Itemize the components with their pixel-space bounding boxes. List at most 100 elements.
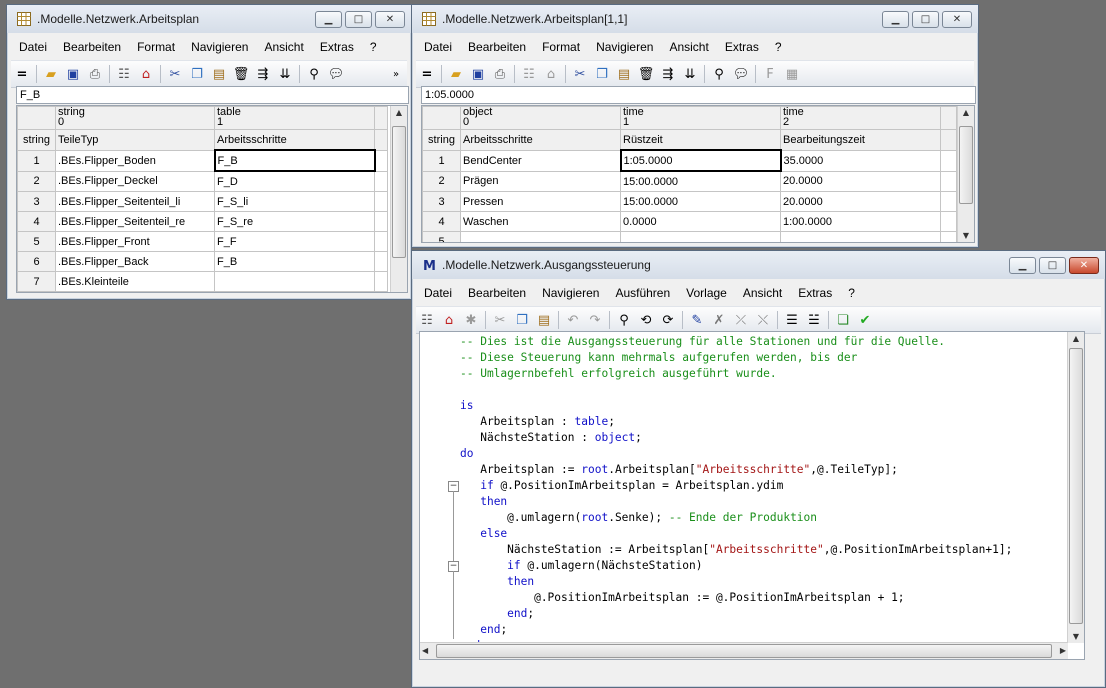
table-row[interactable]: 3 Pressen 15:00.0000 20.0000	[422, 191, 957, 212]
code-line[interactable]: if @.umlagern(NächsteStation)	[460, 558, 702, 574]
breakpoint-remove-icon[interactable]: ✗	[710, 311, 728, 329]
title-bar[interactable]: M .Modelle.Netzwerk.Ausgangssteuerung ▁ …	[412, 251, 1105, 279]
scroll-up-icon[interactable]: ▲	[1068, 334, 1084, 343]
table-row[interactable]: 7 .BEs.Kleinteile	[17, 271, 388, 292]
table-row[interactable]: 1 .BEs.Flipper_Boden F_B	[17, 149, 388, 172]
table-cell[interactable]: F_D	[214, 170, 375, 192]
code-line[interactable]: -- Dies ist die Ausgangssteuerung für al…	[460, 334, 945, 350]
column-header[interactable]: table 1	[214, 106, 375, 130]
selected-cell[interactable]: 1:05.0000	[619, 149, 782, 172]
table-row[interactable]: 4 Waschen 0.0000 1:00.0000	[422, 211, 957, 232]
table-cell[interactable]: 20.0000	[780, 191, 941, 212]
redo-icon[interactable]: ↷	[586, 311, 604, 329]
table-row[interactable]: 2 Prägen 15:00.0000 20.0000	[422, 170, 957, 192]
column-header[interactable]: object 0	[460, 106, 621, 130]
window-arbeitsplan-cell[interactable]: .Modelle.Netzwerk.Arbeitsplan[1,1] ▁ □ ✕…	[411, 4, 979, 248]
code-line[interactable]: -- Umlagernbefehl erfolgreich ausgeführt…	[460, 366, 777, 382]
paste-icon[interactable]: ▤	[615, 65, 633, 83]
menu-ansicht[interactable]: Ansicht	[661, 40, 716, 54]
open-folder-icon[interactable]: ▰	[42, 65, 60, 83]
menu-datei[interactable]: Datei	[11, 40, 55, 54]
table-cell[interactable]: .BEs.Flipper_Boden	[55, 149, 215, 172]
duplicate-icon[interactable]: ❏	[834, 311, 852, 329]
format-icon[interactable]: F	[761, 65, 779, 83]
horizontal-scrollbar[interactable]: ◀ ▶	[420, 642, 1068, 659]
row-number[interactable]: 2	[17, 170, 56, 192]
find-icon[interactable]: ⚲	[710, 65, 728, 83]
sort-list-icon[interactable]: ☰	[783, 311, 801, 329]
table-cell[interactable]: 15:00.0000	[620, 191, 781, 212]
menu-help[interactable]: ?	[840, 286, 863, 300]
menu-navigieren[interactable]: Navigieren	[534, 286, 607, 300]
scroll-thumb[interactable]	[392, 126, 406, 258]
grid-format-icon[interactable]: ▦	[783, 65, 801, 83]
table-row[interactable]: 1 BendCenter 1:05.0000 35.0000	[422, 149, 957, 172]
table-cell[interactable]: F_S_li	[214, 191, 375, 212]
column-header[interactable]: string 0	[55, 106, 215, 130]
scroll-thumb[interactable]	[959, 126, 973, 204]
row-number[interactable]: 1	[422, 149, 461, 172]
column-name[interactable]: Arbeitsschritte	[460, 129, 621, 151]
row-number[interactable]: 5	[17, 231, 56, 252]
table-cell[interactable]: .BEs.Flipper_Back	[55, 251, 215, 272]
table-cell[interactable]: 35.0000	[780, 149, 941, 172]
close-button[interactable]: ✕	[1069, 257, 1099, 274]
table-cell[interactable]	[620, 231, 781, 242]
debug-icon[interactable]: ✱	[462, 311, 480, 329]
menu-navigieren[interactable]: Navigieren	[183, 40, 256, 54]
save-icon[interactable]: ▣	[469, 65, 487, 83]
menu-bearbeiten[interactable]: Bearbeiten	[55, 40, 129, 54]
cell-value-field[interactable]: F_B	[16, 86, 409, 104]
table-cell[interactable]: 20.0000	[780, 170, 941, 192]
table-cell[interactable]: .BEs.Flipper_Seitenteil_li	[55, 191, 215, 212]
cell-value-field[interactable]: 1:05.0000	[421, 86, 976, 104]
table-cell[interactable]: Prägen	[460, 170, 621, 192]
equals-icon[interactable]: =	[13, 65, 31, 83]
home-icon[interactable]: ⌂	[440, 311, 458, 329]
toolbar-overflow-icon[interactable]: »	[387, 65, 405, 83]
scroll-down-icon[interactable]: ▼	[958, 231, 974, 240]
table-cell[interactable]: .BEs.Flipper_Seitenteil_re	[55, 211, 215, 232]
row-number[interactable]: 6	[17, 251, 56, 272]
cut-icon[interactable]: ✂	[571, 65, 589, 83]
table-cell[interactable]: .BEs.Kleinteile	[55, 271, 215, 292]
table-cell[interactable]: 1:00.0000	[780, 211, 941, 232]
maximize-button[interactable]: □	[1039, 257, 1066, 274]
row-number[interactable]: 1	[17, 149, 56, 172]
menu-extras[interactable]: Extras	[312, 40, 362, 54]
column-name[interactable]: TeileTyp	[55, 129, 215, 151]
menu-bearbeiten[interactable]: Bearbeiten	[460, 286, 534, 300]
table-row[interactable]: 5 .BEs.Flipper_Front F_F	[17, 231, 388, 252]
scroll-thumb[interactable]	[436, 644, 1052, 658]
table-cell[interactable]: Pressen	[460, 191, 621, 212]
table-cell[interactable]: 0.0000	[620, 211, 781, 232]
table-row[interactable]: 6 .BEs.Flipper_Back F_B	[17, 251, 388, 272]
menu-datei[interactable]: Datei	[416, 286, 460, 300]
vertical-scrollbar[interactable]: ▲	[390, 106, 407, 292]
menu-extras[interactable]: Extras	[717, 40, 767, 54]
code-line[interactable]: @.PositionImArbeitsplan := @.PositionImA…	[460, 590, 904, 606]
menu-bearbeiten[interactable]: Bearbeiten	[460, 40, 534, 54]
table-cell[interactable]: F_F	[214, 231, 375, 252]
code-line[interactable]: end;	[460, 606, 534, 622]
find-previous-icon[interactable]: ⟲	[637, 311, 655, 329]
footprints-icon[interactable]: ☷	[418, 311, 436, 329]
scroll-left-icon[interactable]: ◀	[422, 646, 428, 655]
row-number[interactable]: 3	[17, 191, 56, 212]
code-line[interactable]: is	[460, 398, 473, 414]
insert-column-icon[interactable]: ⇊	[276, 65, 294, 83]
row-number[interactable]: 4	[422, 211, 461, 232]
close-button[interactable]: ✕	[375, 11, 405, 28]
row-number[interactable]: 3	[422, 191, 461, 212]
minimize-button[interactable]: ▁	[882, 11, 909, 28]
insert-column-icon[interactable]: ⇊	[681, 65, 699, 83]
table-row[interactable]: 2 .BEs.Flipper_Deckel F_D	[17, 170, 388, 192]
code-line[interactable]: NächsteStation : object;	[460, 430, 642, 446]
code-line[interactable]: then	[460, 494, 507, 510]
column-name[interactable]: Rüstzeit	[620, 129, 781, 151]
list-sort-options-icon[interactable]: ☱	[805, 311, 823, 329]
menu-ansicht[interactable]: Ansicht	[735, 286, 790, 300]
find-icon[interactable]: ⚲	[305, 65, 323, 83]
insert-row-icon[interactable]: ⇶	[659, 65, 677, 83]
maximize-button[interactable]: □	[345, 11, 372, 28]
